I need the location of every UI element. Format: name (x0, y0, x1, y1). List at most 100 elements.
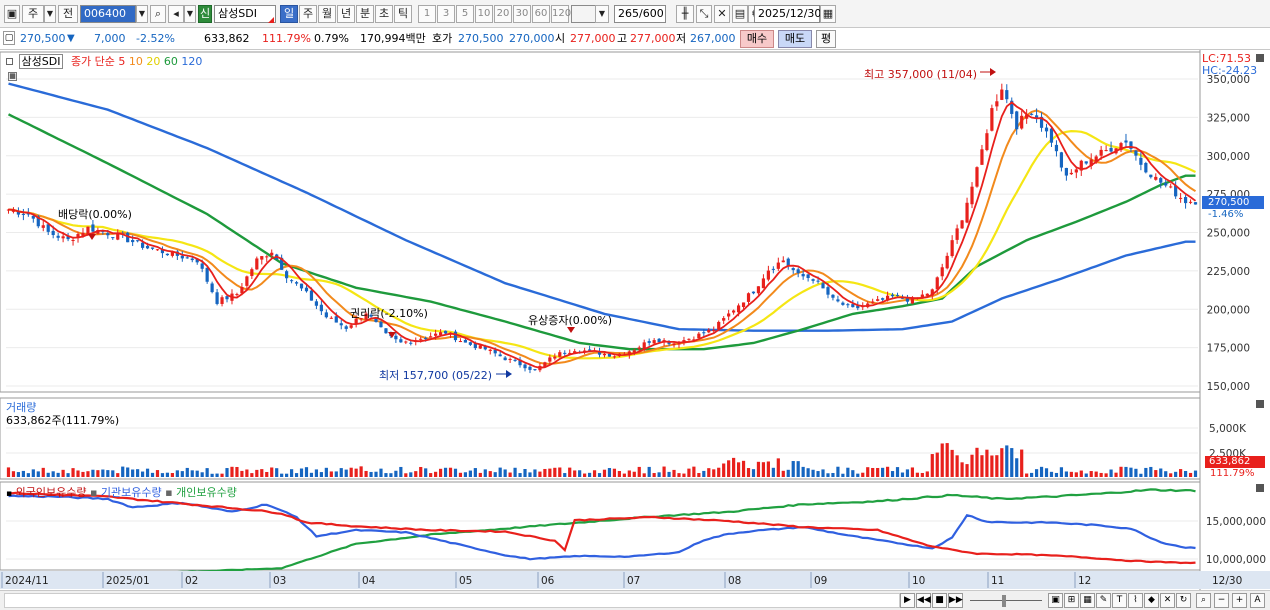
layout-icon[interactable]: ▣ (1048, 593, 1063, 608)
candle-body (443, 330, 448, 334)
chart-menu-icon[interactable]: ▣ (4, 5, 20, 23)
interval-dropdown-icon[interactable]: ▼ (595, 5, 609, 23)
legend-toggle-icon[interactable]: ▪ (6, 489, 12, 499)
count-field[interactable]: 265/600 (614, 5, 666, 23)
legend-price-label[interactable]: 종가 단순 (71, 55, 115, 68)
legend-institution[interactable]: 기관보유수량 (101, 486, 162, 499)
marker-icon[interactable]: ◆ (1144, 593, 1159, 608)
legend-stock-name[interactable]: 삼성SDI (18, 54, 64, 69)
scroll-right-icon[interactable]: ▶ (900, 593, 915, 608)
volume-bar (140, 471, 145, 477)
interval-tab[interactable]: 60 (532, 5, 550, 23)
grid-icon[interactable]: ▦ (1080, 593, 1095, 608)
period-tab[interactable]: 월 (318, 5, 336, 23)
quote-menu-icon[interactable]: ▢ (3, 31, 15, 45)
refresh-icon[interactable]: ↻ (1176, 593, 1191, 608)
zoom-out-icon[interactable]: − (1214, 593, 1229, 608)
volume-bar (1174, 471, 1178, 477)
volume-bar (960, 462, 964, 477)
interval-tab[interactable]: 10 (475, 5, 493, 23)
volume-bar (766, 461, 770, 477)
code-input[interactable]: 006400 (80, 5, 136, 23)
candle-body (950, 240, 954, 257)
fast-forward-icon[interactable]: ▶▶ (948, 593, 963, 608)
code-dropdown-icon[interactable]: ▼ (136, 5, 148, 23)
period-tab[interactable]: 초 (375, 5, 393, 23)
stop-icon[interactable]: ■ (932, 593, 947, 608)
legend-ma10[interactable]: 10 (129, 55, 143, 68)
text-icon[interactable]: T (1112, 593, 1127, 608)
candle-body (419, 338, 423, 340)
legend-toggle-icon[interactable] (6, 58, 13, 65)
pattern-icon[interactable]: ⌇ (1128, 593, 1143, 608)
compare-icon[interactable]: ⊞ (1064, 593, 1079, 608)
legend-individual[interactable]: 개인보유수량 (176, 486, 237, 499)
search-icon[interactable]: ⌕ (150, 5, 166, 23)
candle-type-icon[interactable]: ╫ (676, 5, 694, 23)
save-icon[interactable]: ▤ (732, 5, 748, 23)
chevron-down-icon[interactable]: ▼ (44, 5, 56, 23)
interval-tab[interactable]: 5 (456, 5, 474, 23)
period-tab[interactable]: 년 (337, 5, 355, 23)
volume-bar (11, 471, 16, 477)
volume-bar (195, 470, 199, 477)
period-tab[interactable]: 분 (356, 5, 374, 23)
buy-button[interactable]: 매수 (740, 30, 774, 48)
legend-foreign[interactable]: 외국인보유수량 (16, 486, 87, 499)
legend-ma120[interactable]: 120 (181, 55, 202, 68)
font-size-icon[interactable]: A (1250, 593, 1265, 608)
legend-ma5[interactable]: 5 (118, 55, 125, 68)
volume-bar (498, 467, 502, 477)
zoom-slider[interactable] (970, 600, 1042, 601)
zoom-in-icon[interactable]: + (1232, 593, 1247, 608)
zoom-slider-handle[interactable] (1002, 595, 1006, 607)
volume-bar (185, 467, 189, 477)
period-tab[interactable]: 일 (280, 5, 298, 23)
speaker-dropdown-icon[interactable]: ▼ (184, 5, 196, 23)
rewind-icon[interactable]: ◀◀ (916, 593, 931, 608)
volume-bar (677, 473, 681, 477)
volume-bar (61, 469, 65, 477)
x-axis-label: 12 (1078, 575, 1091, 587)
holdings-legend: ▪ 외국인보유수량 ▪ 기관보유수량 ▪ 개인보유수량 (6, 484, 237, 500)
interval-tab[interactable]: 20 (494, 5, 512, 23)
speaker-icon[interactable]: ◂ (168, 5, 184, 23)
candle-body (235, 294, 239, 296)
candle-body (831, 294, 835, 298)
draw-icon[interactable]: ✎ (1096, 593, 1111, 608)
calendar-icon[interactable]: ▦ (820, 5, 836, 23)
date-input[interactable]: 2025/12/30 (754, 5, 821, 23)
candle-body (722, 318, 726, 321)
panel-settings-icon[interactable]: ▦ (8, 72, 17, 81)
volume-bar (255, 469, 259, 477)
zoom-search-icon[interactable]: ⌕ (1196, 593, 1211, 608)
chart-svg[interactable]: 150,000175,000200,000225,000250,000275,0… (0, 50, 1270, 590)
volume-bar (871, 467, 875, 477)
candle-body (145, 245, 150, 249)
ask-price: 270,500 (458, 32, 504, 45)
legend-ma60[interactable]: 60 (164, 55, 178, 68)
period-tab[interactable]: 주 (299, 5, 317, 23)
volume-bar (831, 472, 835, 477)
interval-tab[interactable]: 30 (513, 5, 531, 23)
price-tick-label: 150,000 (1207, 381, 1250, 393)
prev-button[interactable]: 전 (58, 5, 78, 23)
eval-button[interactable]: 평 (816, 30, 836, 48)
interval-tab[interactable]: 3 (437, 5, 455, 23)
volume-bar (1188, 472, 1193, 477)
horizontal-scrollbar[interactable] (4, 593, 900, 608)
sell-button[interactable]: 매도 (778, 30, 812, 48)
volume-bar (647, 466, 651, 477)
period-tab[interactable]: 틱 (394, 5, 412, 23)
volume-bar (1129, 467, 1133, 477)
interval-tab[interactable]: 1 (418, 5, 436, 23)
crosshair-icon[interactable]: ✕ (714, 5, 730, 23)
stock-name-field[interactable]: 삼성SDI (214, 5, 276, 23)
period-type-select[interactable]: 주 (22, 5, 44, 23)
trend-tool-icon[interactable]: ⤡ (696, 5, 712, 23)
legend-ma20[interactable]: 20 (146, 55, 160, 68)
panel-corner-icon (1256, 54, 1264, 62)
interval-tab[interactable]: 120 (551, 5, 571, 23)
erase-icon[interactable]: ✕ (1160, 593, 1175, 608)
volume-bar (856, 473, 860, 477)
